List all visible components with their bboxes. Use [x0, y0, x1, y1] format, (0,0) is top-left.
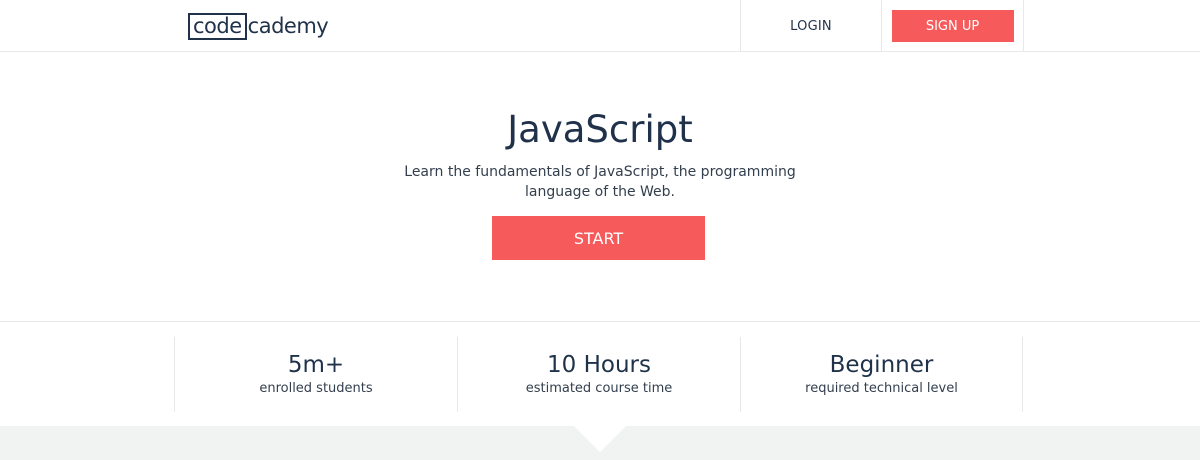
down-pointer-icon: [574, 426, 626, 452]
login-link[interactable]: LOGIN: [790, 19, 832, 34]
stat-enrolled-students: 5m+ enrolled students: [174, 337, 457, 412]
start-button[interactable]: START: [492, 216, 705, 260]
stat-course-time: 10 Hours estimated course time: [457, 337, 740, 412]
course-stats: 5m+ enrolled students 10 Hours estimated…: [0, 321, 1200, 426]
stat-value: 10 Hours: [547, 352, 651, 378]
course-hero: JavaScript Learn the fundamentals of Jav…: [0, 52, 1200, 321]
login-nav-cell: LOGIN: [740, 0, 882, 52]
signup-button[interactable]: SIGN UP: [891, 10, 1014, 42]
stat-label: estimated course time: [525, 381, 673, 396]
top-navigation-bar: code cademy LOGIN SIGN UP: [0, 0, 1200, 52]
codecademy-logo[interactable]: code cademy: [188, 12, 329, 40]
signup-nav-cell: SIGN UP: [882, 0, 1024, 52]
logo-boxed-text: code: [188, 12, 247, 40]
stat-value: 5m+: [287, 352, 345, 378]
stat-value: Beginner: [829, 352, 934, 378]
stat-technical-level: Beginner required technical level: [740, 337, 1023, 412]
logo-rest-text: cademy: [247, 14, 329, 38]
stat-label: enrolled students: [259, 381, 373, 396]
course-title: JavaScript: [507, 108, 693, 151]
stat-label: required technical level: [805, 381, 958, 396]
course-description: Learn the fundamentals of JavaScript, th…: [404, 164, 796, 200]
